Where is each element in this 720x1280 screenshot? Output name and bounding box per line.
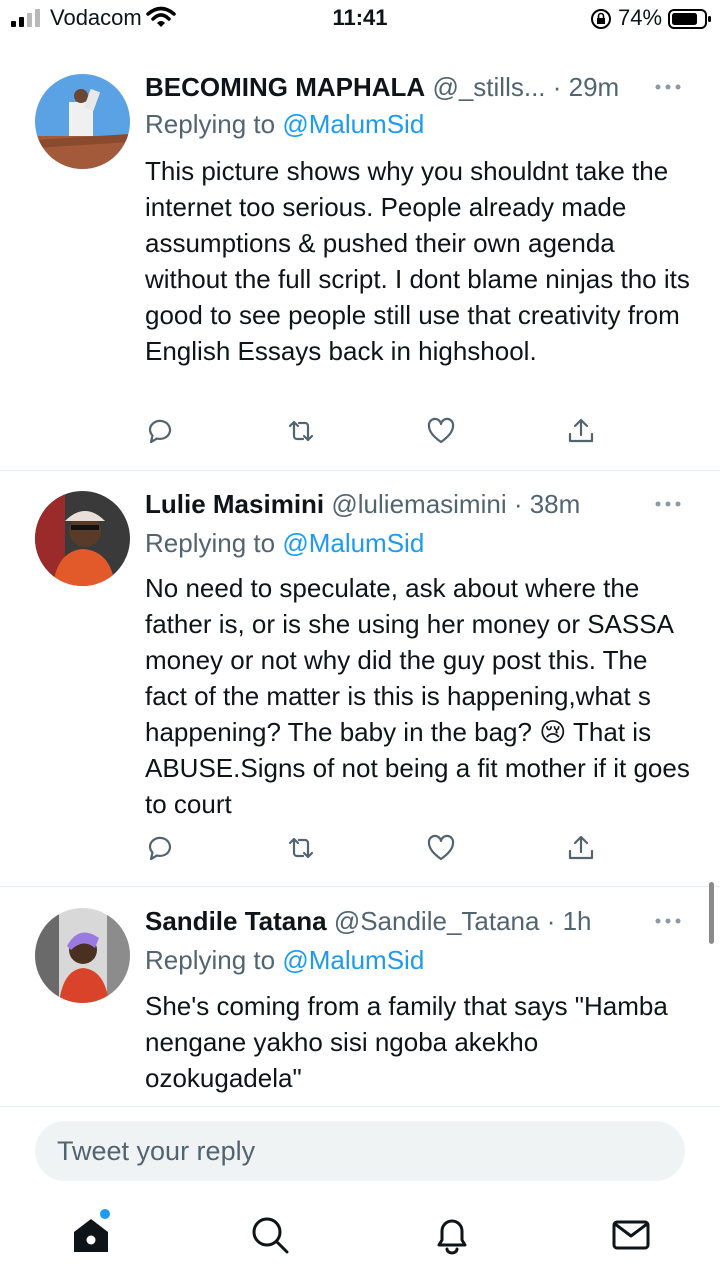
replying-to: Replying to @MalumSid	[145, 945, 424, 976]
home-notification-dot	[100, 1209, 110, 1219]
heart-icon[interactable]	[426, 833, 456, 863]
replying-to-handle[interactable]: @MalumSid	[282, 528, 424, 558]
tweet-meta: @luliemasimini · 38m	[331, 489, 581, 519]
avatar[interactable]	[35, 908, 130, 1003]
reply-composer	[0, 1106, 720, 1196]
bell-icon[interactable]	[431, 1214, 473, 1256]
mail-icon[interactable]	[610, 1214, 652, 1256]
battery-icon	[668, 9, 711, 29]
tweet-meta: @Sandile_Tatana · 1h	[333, 906, 592, 936]
battery-percentage: 74%	[618, 5, 663, 30]
status-time: 11:41	[332, 5, 388, 30]
tweet-item[interactable]: Lulie Masimini @luliemasimini · 38m Repl…	[0, 471, 720, 887]
tweet-item[interactable]: Sandile Tatana @Sandile_Tatana · 1h Repl…	[0, 887, 720, 1106]
replying-to-label: Replying to	[145, 945, 276, 975]
display-name[interactable]: Sandile Tatana	[145, 906, 327, 936]
more-options-icon[interactable]	[654, 916, 682, 926]
retweet-icon[interactable]	[286, 833, 316, 863]
wifi-icon	[146, 6, 176, 27]
tweet-text: This picture shows why you shouldnt take…	[145, 156, 690, 366]
replying-to-handle[interactable]: @MalumSid	[282, 945, 424, 975]
reply-icon[interactable]	[145, 416, 175, 446]
tweet-header: Sandile Tatana @Sandile_Tatana · 1h	[145, 906, 650, 937]
avatar[interactable]	[35, 74, 130, 169]
replying-to-label: Replying to	[145, 109, 276, 139]
more-options-icon[interactable]	[654, 499, 682, 509]
tweet-item[interactable]: BECOMING MAPHALA @_stills... · 29m Reply…	[0, 52, 720, 471]
reply-box[interactable]	[35, 1121, 685, 1181]
reply-input[interactable]	[57, 1121, 657, 1181]
retweet-icon[interactable]	[286, 416, 316, 446]
share-icon[interactable]	[566, 833, 596, 863]
replying-to: Replying to @MalumSid	[145, 528, 424, 559]
tweet-actions	[145, 833, 600, 863]
home-icon[interactable]	[70, 1214, 112, 1256]
display-name[interactable]: BECOMING MAPHALA	[145, 72, 425, 102]
tweet-meta: @_stills... · 29m	[432, 72, 620, 102]
scrollbar[interactable]	[709, 882, 714, 944]
display-name[interactable]: Lulie Masimini	[145, 489, 324, 519]
more-options-icon[interactable]	[654, 82, 682, 92]
share-icon[interactable]	[566, 416, 596, 446]
avatar[interactable]	[35, 491, 130, 586]
orientation-lock-icon	[591, 9, 611, 29]
tweet-text: No need to speculate, ask about where th…	[145, 573, 690, 819]
replying-to-label: Replying to	[145, 528, 276, 558]
tweet-header: BECOMING MAPHALA @_stills... · 29m	[145, 72, 650, 103]
replying-to-handle[interactable]: @MalumSid	[282, 109, 424, 139]
bottom-nav	[0, 1196, 720, 1280]
tweet-header: Lulie Masimini @luliemasimini · 38m	[145, 489, 650, 520]
replying-to: Replying to @MalumSid	[145, 109, 424, 140]
tweet-actions	[145, 416, 600, 446]
search-icon[interactable]	[249, 1214, 291, 1256]
tweet-text: She's coming from a family that says "Ha…	[145, 991, 668, 1093]
signal-strength-icon	[11, 9, 40, 27]
reply-icon[interactable]	[145, 833, 175, 863]
status-bar: Vodacom 11:41 74%	[0, 0, 720, 40]
heart-icon[interactable]	[426, 416, 456, 446]
carrier-name: Vodacom	[50, 5, 142, 30]
